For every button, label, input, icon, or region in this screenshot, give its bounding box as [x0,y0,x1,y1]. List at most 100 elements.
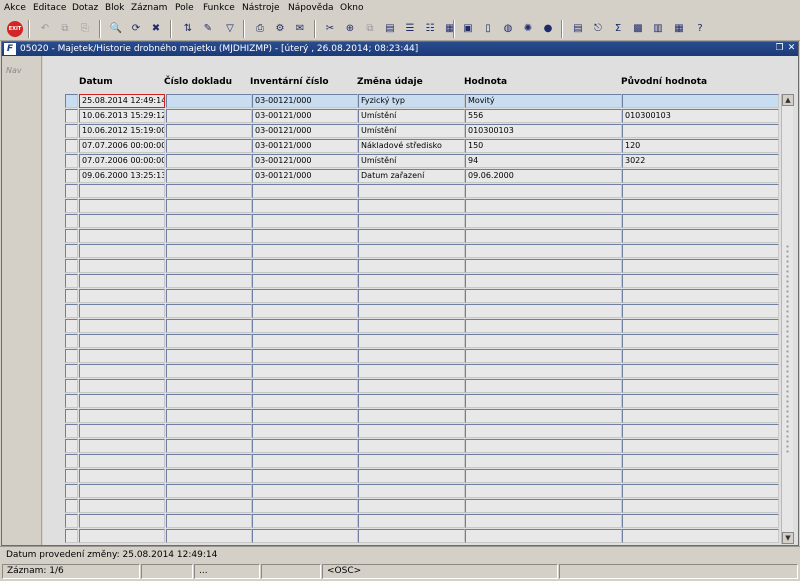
cell-zmena-udaje[interactable] [358,199,465,213]
chart-icon[interactable]: ▥ [650,21,666,37]
scroll-thumb[interactable] [785,244,790,454]
cell-datum[interactable] [79,484,165,498]
close-icon[interactable]: ✕ [786,43,797,54]
edit-icon[interactable]: ✎ [200,21,216,37]
cell-datum[interactable] [79,409,165,423]
cell-inventarni-cislo[interactable] [252,229,358,243]
cell-cislo-dokladu[interactable] [166,529,252,543]
cell-cislo-dokladu[interactable] [166,109,252,123]
cell-datum[interactable] [79,514,165,528]
cell-datum[interactable]: 09.06.2000 13:25:13 [79,169,165,183]
empty-table-row[interactable] [65,529,780,544]
empty-table-row[interactable] [65,304,780,319]
empty-table-row[interactable] [65,214,780,229]
cell-cislo-dokladu[interactable] [166,409,252,423]
cell-datum[interactable] [79,424,165,438]
cell-puvodni-hodnota[interactable] [622,199,779,213]
cell-inventarni-cislo[interactable] [252,349,358,363]
cell-inventarni-cislo[interactable] [252,409,358,423]
report-icon[interactable]: ▦ [671,21,687,37]
excel-icon[interactable]: ▩ [630,21,646,37]
cell-cislo-dokladu[interactable] [166,214,252,228]
row-selector[interactable] [65,259,78,273]
sum-icon[interactable]: Σ [610,21,626,37]
cell-zmena-udaje[interactable] [358,229,465,243]
print-setup-icon[interactable]: ⚙ [272,21,288,37]
cell-zmena-udaje[interactable] [358,319,465,333]
cell-puvodni-hodnota[interactable]: 120 [622,139,779,153]
form-icon[interactable]: ▤ [570,21,586,37]
row-selector[interactable] [65,514,78,528]
cell-inventarni-cislo[interactable]: 03-00121/000 [252,94,358,108]
calculator-icon[interactable]: ▣ [460,21,476,37]
cell-zmena-udaje[interactable] [358,364,465,378]
row-selector[interactable] [65,214,78,228]
cell-inventarni-cislo[interactable] [252,394,358,408]
table-row[interactable]: 07.07.2006 00:00:00 03-00121/000 Nákladové… [65,139,780,154]
row-selector[interactable] [65,499,78,513]
cell-zmena-udaje[interactable] [358,514,465,528]
cell-puvodni-hodnota[interactable] [622,184,779,198]
cell-puvodni-hodnota[interactable] [622,469,779,483]
cell-datum[interactable] [79,289,165,303]
menu-editace[interactable]: Editace [33,3,66,14]
row-selector[interactable] [65,124,78,138]
cell-hodnota[interactable]: 150 [465,139,622,153]
cell-puvodni-hodnota[interactable] [622,439,779,453]
cell-datum[interactable]: 07.07.2006 00:00:00 [79,139,165,153]
cell-inventarni-cislo[interactable] [252,364,358,378]
empty-table-row[interactable] [65,439,780,454]
cell-puvodni-hodnota[interactable] [622,214,779,228]
cell-datum[interactable] [79,244,165,258]
cell-cislo-dokladu[interactable] [166,484,252,498]
menu-nastroje[interactable]: Nástroje [242,3,280,14]
cell-zmena-udaje[interactable] [358,334,465,348]
cell-inventarni-cislo[interactable] [252,274,358,288]
cell-inventarni-cislo[interactable] [252,289,358,303]
cell-cislo-dokladu[interactable] [166,274,252,288]
cell-inventarni-cislo[interactable] [252,199,358,213]
row-selector[interactable] [65,94,78,108]
cell-cislo-dokladu[interactable] [166,424,252,438]
row-selector[interactable] [65,409,78,423]
cell-cislo-dokladu[interactable] [166,259,252,273]
empty-table-row[interactable] [65,514,780,529]
cell-puvodni-hodnota[interactable] [622,364,779,378]
cell-cislo-dokladu[interactable] [166,394,252,408]
empty-table-row[interactable] [65,184,780,199]
cell-cislo-dokladu[interactable] [166,334,252,348]
cell-zmena-udaje[interactable]: Umístění [358,154,465,168]
cell-zmena-udaje[interactable]: Fyzický typ [358,94,465,108]
cell-puvodni-hodnota[interactable]: 010300103 [622,109,779,123]
cell-puvodni-hodnota[interactable] [622,529,779,543]
cell-puvodni-hodnota[interactable] [622,484,779,498]
menu-zaznam[interactable]: Záznam [131,3,167,14]
cell-cislo-dokladu[interactable] [166,244,252,258]
cell-datum[interactable] [79,304,165,318]
cell-puvodni-hodnota[interactable] [622,454,779,468]
empty-table-row[interactable] [65,319,780,334]
cell-datum[interactable]: 10.06.2013 15:29:12 [79,109,165,123]
list-icon[interactable]: ☰ [402,21,418,37]
cell-zmena-udaje[interactable] [358,484,465,498]
cell-datum[interactable] [79,454,165,468]
web-icon[interactable]: ◍ [500,21,516,37]
cell-hodnota[interactable] [465,289,622,303]
menu-pole[interactable]: Pole [175,3,194,14]
cell-cislo-dokladu[interactable] [166,154,252,168]
cell-zmena-udaje[interactable]: Nákladové středisko [358,139,465,153]
exit-button[interactable]: EXIT [7,21,23,37]
cell-hodnota[interactable] [465,469,622,483]
row-selector[interactable] [65,289,78,303]
sort-icon[interactable]: ⇅ [180,21,196,37]
cell-zmena-udaje[interactable] [358,499,465,513]
cell-puvodni-hodnota[interactable] [622,124,779,138]
cell-inventarni-cislo[interactable] [252,439,358,453]
cell-datum[interactable] [79,394,165,408]
cell-cislo-dokladu[interactable] [166,379,252,393]
print-icon[interactable]: ⎙ [252,21,268,37]
cell-zmena-udaje[interactable] [358,454,465,468]
row-selector[interactable] [65,169,78,183]
cell-cislo-dokladu[interactable] [166,499,252,513]
empty-table-row[interactable] [65,424,780,439]
